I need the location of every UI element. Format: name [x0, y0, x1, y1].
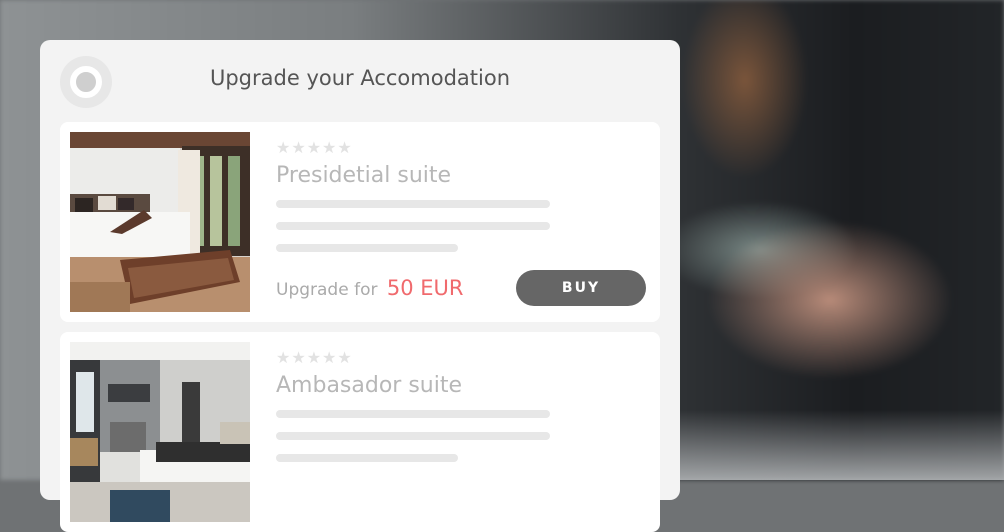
room-card-presidential[interactable]: ★★★★★ Presidetial suite Upgrade for 50 E…: [60, 122, 660, 322]
price-amount: 50 EUR: [386, 276, 464, 300]
buy-button[interactable]: BUY: [516, 270, 646, 306]
star-rating: ★★★★★: [276, 348, 353, 367]
room-photo: [70, 132, 250, 312]
placeholder-line: [276, 244, 458, 252]
placeholder-line: [276, 432, 550, 440]
price-prefix: Upgrade for: [276, 280, 378, 300]
placeholder-line: [276, 454, 458, 462]
background-table: [680, 410, 1004, 480]
placeholder-line: [276, 200, 550, 208]
room-name: Presidetial suite: [276, 163, 452, 188]
star-rating: ★★★★★: [276, 138, 353, 157]
price-row: Upgrade for 50 EUR: [276, 276, 464, 300]
room-card-ambassador[interactable]: ★★★★★ Ambasador suite: [60, 332, 660, 532]
upgrade-panel: Upgrade your Accomodation ★★★★★ Presidet…: [40, 40, 680, 532]
placeholder-line: [276, 222, 550, 230]
room-photo: [70, 342, 250, 522]
placeholder-line: [276, 410, 550, 418]
panel-title: Upgrade your Accomodation: [209, 66, 511, 90]
room-name: Ambasador suite: [276, 373, 463, 398]
